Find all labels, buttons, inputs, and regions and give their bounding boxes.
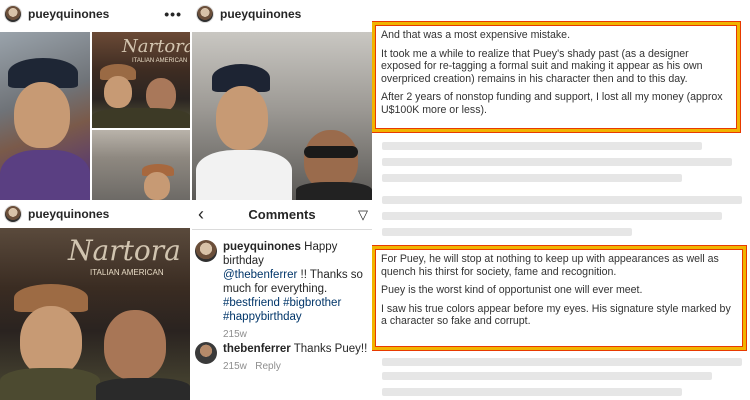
sunglasses (304, 146, 358, 158)
instagram-post-birthday: pueyquinones Nartora ITALIAN AMERICAN (0, 200, 190, 400)
avatar[interactable] (4, 205, 22, 223)
post-header: pueyquinones (0, 200, 190, 228)
comment-text: pueyquinones Happy birthday @thebenferre… (223, 240, 372, 342)
avatar[interactable] (4, 5, 22, 23)
blurred-line (382, 372, 712, 380)
comment-text-body: Thanks Puey!! (293, 343, 368, 355)
blurred-line (382, 212, 722, 220)
comment-text: thebenferrer Thanks Puey!! 215w Reply (223, 342, 367, 374)
hashtags[interactable]: #bestfriend #bigbrother #happybirthday (223, 297, 341, 323)
shirt (196, 150, 292, 200)
instagram-profile-grid: pueyquinones ••• Nartora ITALIAN AMERICA… (0, 0, 190, 200)
restaurant-sign: Nartora (122, 36, 190, 57)
post-photo[interactable] (92, 130, 190, 200)
comments-title: Comments (248, 207, 316, 222)
face (146, 78, 176, 112)
avatar[interactable] (195, 342, 217, 364)
face (144, 172, 170, 200)
post-photo[interactable]: Nartora ITALIAN AMERICAN (92, 32, 190, 128)
face (104, 76, 132, 108)
excerpt-paragraph: After 2 years of nonstop funding and sup… (381, 91, 723, 116)
blurred-line (382, 228, 632, 236)
face (104, 310, 166, 380)
avatar[interactable] (196, 5, 214, 23)
comment-username[interactable]: pueyquinones (223, 241, 301, 253)
blurred-line (382, 142, 702, 150)
face (216, 86, 268, 150)
instagram-post-car: pueyquinones (192, 0, 372, 200)
excerpt-paragraph: It took me a while to realize that Puey'… (381, 47, 703, 85)
username[interactable]: pueyquinones (28, 207, 109, 221)
highlighted-excerpt-1: And that was a most expensive mistake. I… (372, 22, 740, 132)
back-icon[interactable]: ‹ (198, 204, 204, 225)
camo-jacket (0, 368, 100, 400)
face (20, 306, 82, 376)
statement-document: And that was a most expensive mistake. I… (372, 0, 750, 400)
post-photo[interactable] (0, 32, 90, 200)
blurred-line (382, 358, 742, 366)
shirt (96, 378, 190, 400)
comments-header: ‹ Comments ▽ (192, 200, 372, 230)
comment-time: 215w (223, 361, 247, 372)
highlighted-excerpt-2: For Puey, he will stop at nothing to kee… (372, 246, 746, 350)
comments-screen: ‹ Comments ▽ pueyquinones Happy birthday… (192, 200, 372, 400)
comment-item: pueyquinones Happy birthday @thebenferre… (192, 240, 372, 342)
restaurant-sign-sub: ITALIAN AMERICAN (90, 268, 164, 277)
blurred-line (382, 388, 682, 396)
blurred-line (382, 174, 682, 182)
shirt (92, 108, 190, 128)
excerpt-paragraph: I saw his true colors appear before my e… (381, 302, 731, 328)
post-header: pueyquinones (192, 0, 372, 28)
blurred-line (382, 196, 742, 204)
restaurant-sign-sub: ITALIAN AMERICAN (132, 58, 188, 64)
avatar[interactable] (195, 240, 217, 262)
post-header: pueyquinones ••• (0, 0, 190, 28)
excerpt-paragraph: And that was a most expensive mistake. (381, 29, 571, 41)
excerpt-paragraph: For Puey, he will stop at nothing to kee… (381, 253, 719, 278)
comment-time: 215w (223, 329, 247, 340)
comment-meta: 215w Reply (223, 360, 367, 374)
comment-username[interactable]: thebenferrer (223, 343, 291, 355)
face (14, 82, 70, 148)
more-options-icon[interactable]: ••• (164, 6, 182, 22)
hoodie (0, 150, 90, 200)
reply-button[interactable]: Reply (255, 361, 281, 372)
mention-link[interactable]: @thebenferrer (223, 269, 297, 281)
username[interactable]: pueyquinones (28, 7, 109, 21)
shirt (296, 182, 372, 200)
post-photo[interactable] (192, 32, 372, 200)
post-photo[interactable]: Nartora ITALIAN AMERICAN (0, 228, 190, 400)
restaurant-sign: Nartora (68, 234, 181, 267)
direct-message-icon[interactable]: ▽ (358, 207, 368, 223)
comment-item: thebenferrer Thanks Puey!! 215w Reply (192, 342, 372, 374)
face (304, 130, 358, 190)
username[interactable]: pueyquinones (220, 7, 301, 21)
blurred-line (382, 158, 732, 166)
excerpt-paragraph: Puey is the worst kind of opportunist on… (381, 284, 643, 296)
